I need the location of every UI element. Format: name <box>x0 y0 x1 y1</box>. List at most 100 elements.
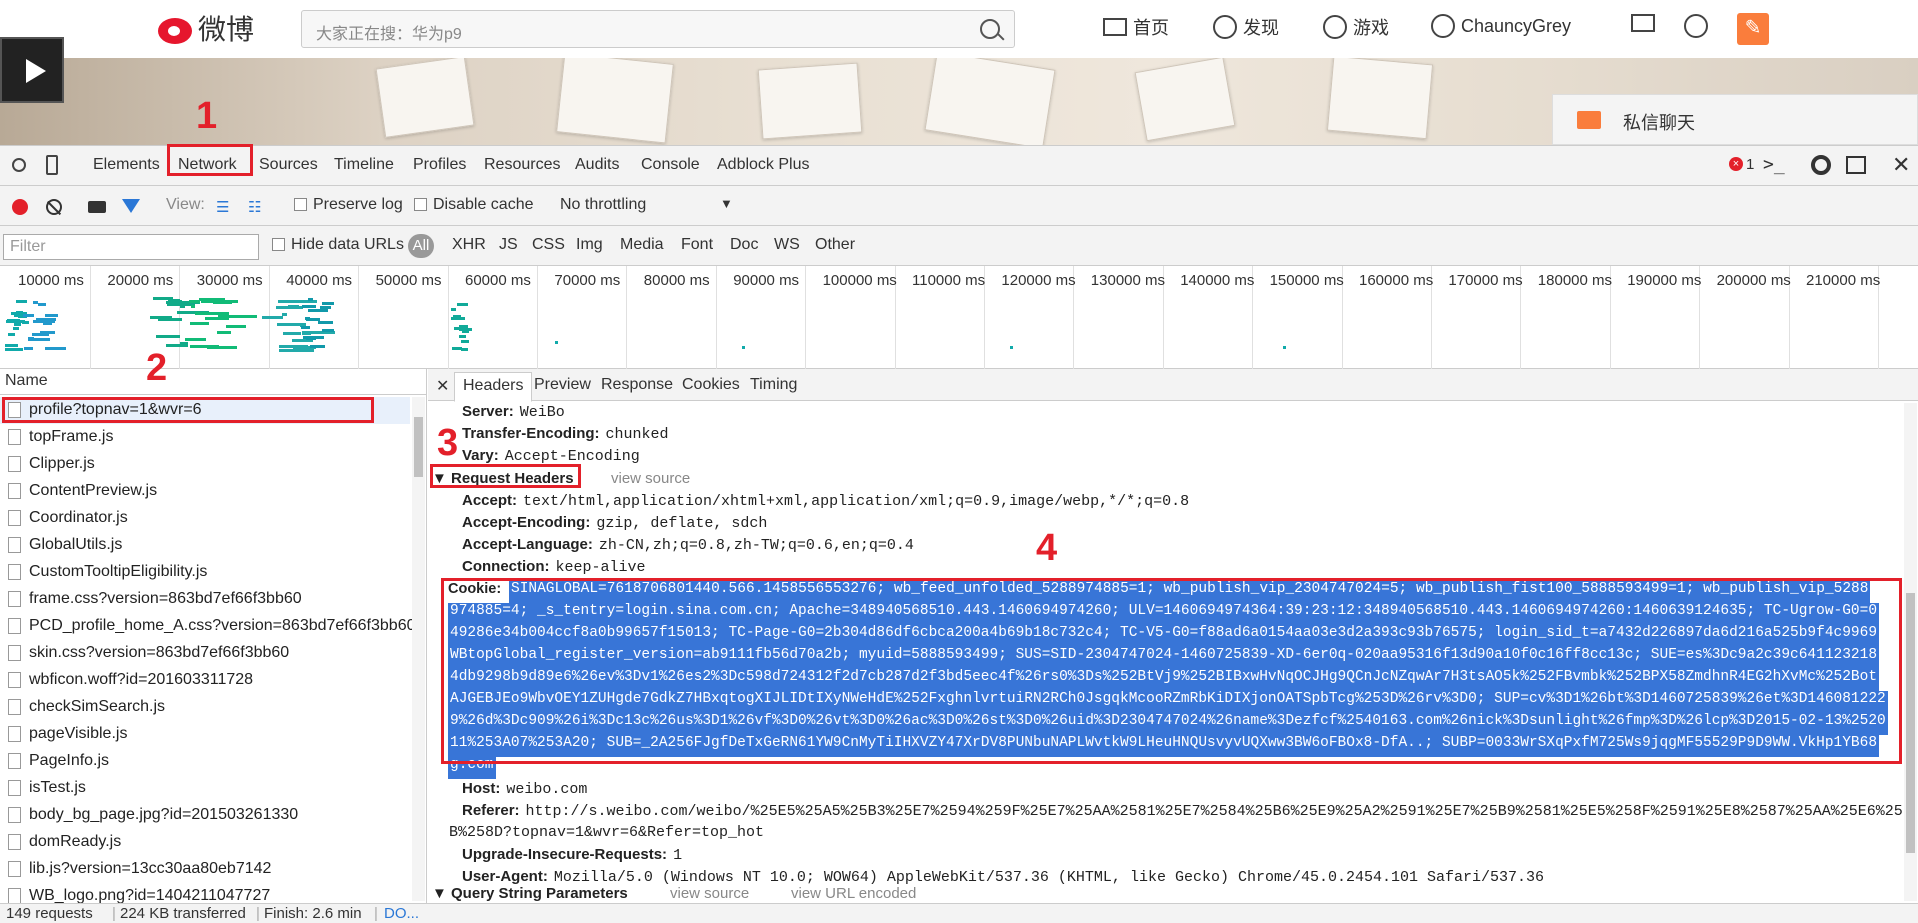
scrollbar-thumb[interactable] <box>1906 593 1915 853</box>
envelope-icon <box>1577 111 1601 129</box>
filter-ws-button[interactable]: WS <box>774 236 800 254</box>
filter-media-button[interactable]: Media <box>620 236 664 254</box>
nav-home[interactable]: 首页 <box>1103 14 1169 40</box>
nav-user[interactable]: ChauncyGrey <box>1431 14 1571 38</box>
console-drawer-icon[interactable]: >_ <box>1763 154 1785 175</box>
weibo-logo[interactable]: 微博 <box>158 8 254 48</box>
compose-button[interactable]: ✎ <box>1737 13 1769 45</box>
tab-timeline[interactable]: Timeline <box>334 156 394 174</box>
request-row[interactable]: frame.css?version=863bd7ef66f3bb60 <box>0 586 410 613</box>
network-overview-timeline[interactable]: 10000 ms 20000 ms 30000 ms 40000 ms 50000 ms… <box>0 266 1918 369</box>
header-key: Transfer-Encoding: <box>462 425 600 442</box>
request-row[interactable]: isTest.js <box>0 775 410 802</box>
preserve-log-checkbox[interactable]: Preserve log <box>294 196 403 214</box>
view-source-link[interactable]: view source <box>611 470 690 487</box>
request-row[interactable]: body_bg_page.jpg?id=201503261330 <box>0 802 410 829</box>
private-chat-button[interactable]: 私信聊天 <box>1552 94 1918 145</box>
request-row[interactable]: Coordinator.js <box>0 505 410 532</box>
tab-preview[interactable]: Preview <box>534 376 591 394</box>
large-rows-icon[interactable]: ☰ <box>216 198 229 216</box>
nav-games[interactable]: 游戏 <box>1323 14 1389 40</box>
tab-response[interactable]: Response <box>601 376 673 394</box>
filter-css-button[interactable]: CSS <box>532 236 565 254</box>
dock-side-icon[interactable] <box>1846 156 1866 174</box>
view-source-link[interactable]: view source <box>670 885 749 902</box>
filter-js-button[interactable]: JS <box>499 236 518 254</box>
tab-headers[interactable]: Headers <box>454 372 533 402</box>
waterfall-bar <box>179 305 185 309</box>
clear-icon[interactable] <box>46 199 62 215</box>
waterfall-bar <box>45 346 67 350</box>
request-row[interactable]: ContentPreview.js <box>0 478 410 505</box>
request-row[interactable]: GlobalUtils.js <box>0 532 410 559</box>
disable-cache-checkbox[interactable]: Disable cache <box>414 196 534 214</box>
filter-img-button[interactable]: Img <box>576 236 603 254</box>
close-detail-icon[interactable]: ✕ <box>436 376 449 396</box>
timeline-gridline <box>805 266 807 369</box>
tab-console[interactable]: Console <box>641 156 700 174</box>
search-icon[interactable] <box>980 19 1000 39</box>
throttling-select[interactable]: No throttling <box>560 196 646 214</box>
request-row[interactable]: checkSimSearch.js <box>0 694 410 721</box>
device-mode-icon[interactable] <box>46 155 58 175</box>
request-row[interactable]: WB_logo.png?id=1404211047727 <box>0 883 410 903</box>
file-icon <box>8 537 21 553</box>
filter-all-button[interactable]: All <box>408 234 434 258</box>
overview-icon[interactable]: ☷ <box>248 198 261 216</box>
request-row[interactable]: skin.css?version=863bd7ef66f3bb60 <box>0 640 410 667</box>
record-button[interactable] <box>12 199 28 215</box>
detail-scrollbar[interactable] <box>1904 403 1917 901</box>
tab-resources[interactable]: Resources <box>484 156 560 174</box>
request-name: isTest.js <box>29 779 86 796</box>
request-row[interactable]: domReady.js <box>0 829 410 856</box>
header-value: Mozilla/5.0 (Windows NT 10.0; WOW64) App… <box>553 869 1545 886</box>
weibo-search-box[interactable]: 大家正在搜：华为p9 <box>301 10 1015 48</box>
timeline-tick-label: 200000 ms <box>1716 272 1791 289</box>
file-icon <box>8 591 21 607</box>
filter-icon[interactable] <box>122 199 140 213</box>
camera-icon[interactable] <box>88 201 106 213</box>
filter-doc-button[interactable]: Doc <box>730 236 758 254</box>
edit-icon: ✎ <box>1744 17 1762 39</box>
settings-button[interactable] <box>1684 14 1708 38</box>
request-row[interactable]: PCD_profile_home_A.css?version=863bd7ef6… <box>0 613 415 640</box>
tab-adblock-plus[interactable]: Adblock Plus <box>717 156 810 174</box>
chevron-down-icon[interactable]: ▼ <box>720 196 733 211</box>
request-row[interactable]: topFrame.js <box>0 424 410 451</box>
inspect-search-icon[interactable] <box>12 158 26 172</box>
nav-discover[interactable]: 发现 <box>1213 14 1279 40</box>
error-icon[interactable]: × <box>1729 157 1743 171</box>
request-row[interactable]: CustomTooltipEligibility.js <box>0 559 410 586</box>
tab-audits[interactable]: Audits <box>575 156 619 174</box>
request-row[interactable]: pageVisible.js <box>0 721 410 748</box>
header-value: B%258D?topnav=1&wvr=6&Refer=top_hot <box>449 824 765 841</box>
request-row[interactable]: Clipper.js <box>0 451 410 478</box>
devtools-panel: Elements Network Sources Timeline Profil… <box>0 144 1918 923</box>
tab-cookies[interactable]: Cookies <box>682 376 740 394</box>
filter-input[interactable]: Filter <box>3 234 259 260</box>
request-row[interactable]: lib.js?version=13cc30aa80eb7142 <box>0 856 410 883</box>
tab-elements[interactable]: Elements <box>93 156 160 174</box>
video-thumbnail[interactable] <box>0 37 64 103</box>
mail-button[interactable] <box>1631 14 1655 32</box>
waterfall-bar <box>278 344 308 348</box>
name-column-header[interactable]: Name <box>0 369 426 395</box>
close-icon[interactable]: ✕ <box>1892 152 1910 178</box>
request-row[interactable]: wbficon.woff?id=201603311728 <box>0 667 410 694</box>
view-url-encoded-link[interactable]: view URL encoded <box>791 885 916 902</box>
request-row[interactable]: PageInfo.js <box>0 748 410 775</box>
query-string-section[interactable]: ▼ Query String Parameters <box>432 885 1902 903</box>
request-list-scrollbar[interactable] <box>412 397 425 901</box>
tab-timing[interactable]: Timing <box>750 376 797 394</box>
tab-profiles[interactable]: Profiles <box>413 156 466 174</box>
filter-other-button[interactable]: Other <box>815 236 855 254</box>
scrollbar-thumb[interactable] <box>414 417 423 477</box>
gear-icon[interactable] <box>1811 155 1831 175</box>
nav-games-label: 游戏 <box>1353 18 1389 38</box>
timeline-tick-label: 170000 ms <box>1448 272 1523 289</box>
checkbox-box <box>414 198 427 212</box>
filter-xhr-button[interactable]: XHR <box>452 236 486 254</box>
filter-font-button[interactable]: Font <box>681 236 713 254</box>
tab-sources[interactable]: Sources <box>259 156 318 174</box>
hide-data-urls-checkbox[interactable]: Hide data URLs <box>272 236 404 254</box>
